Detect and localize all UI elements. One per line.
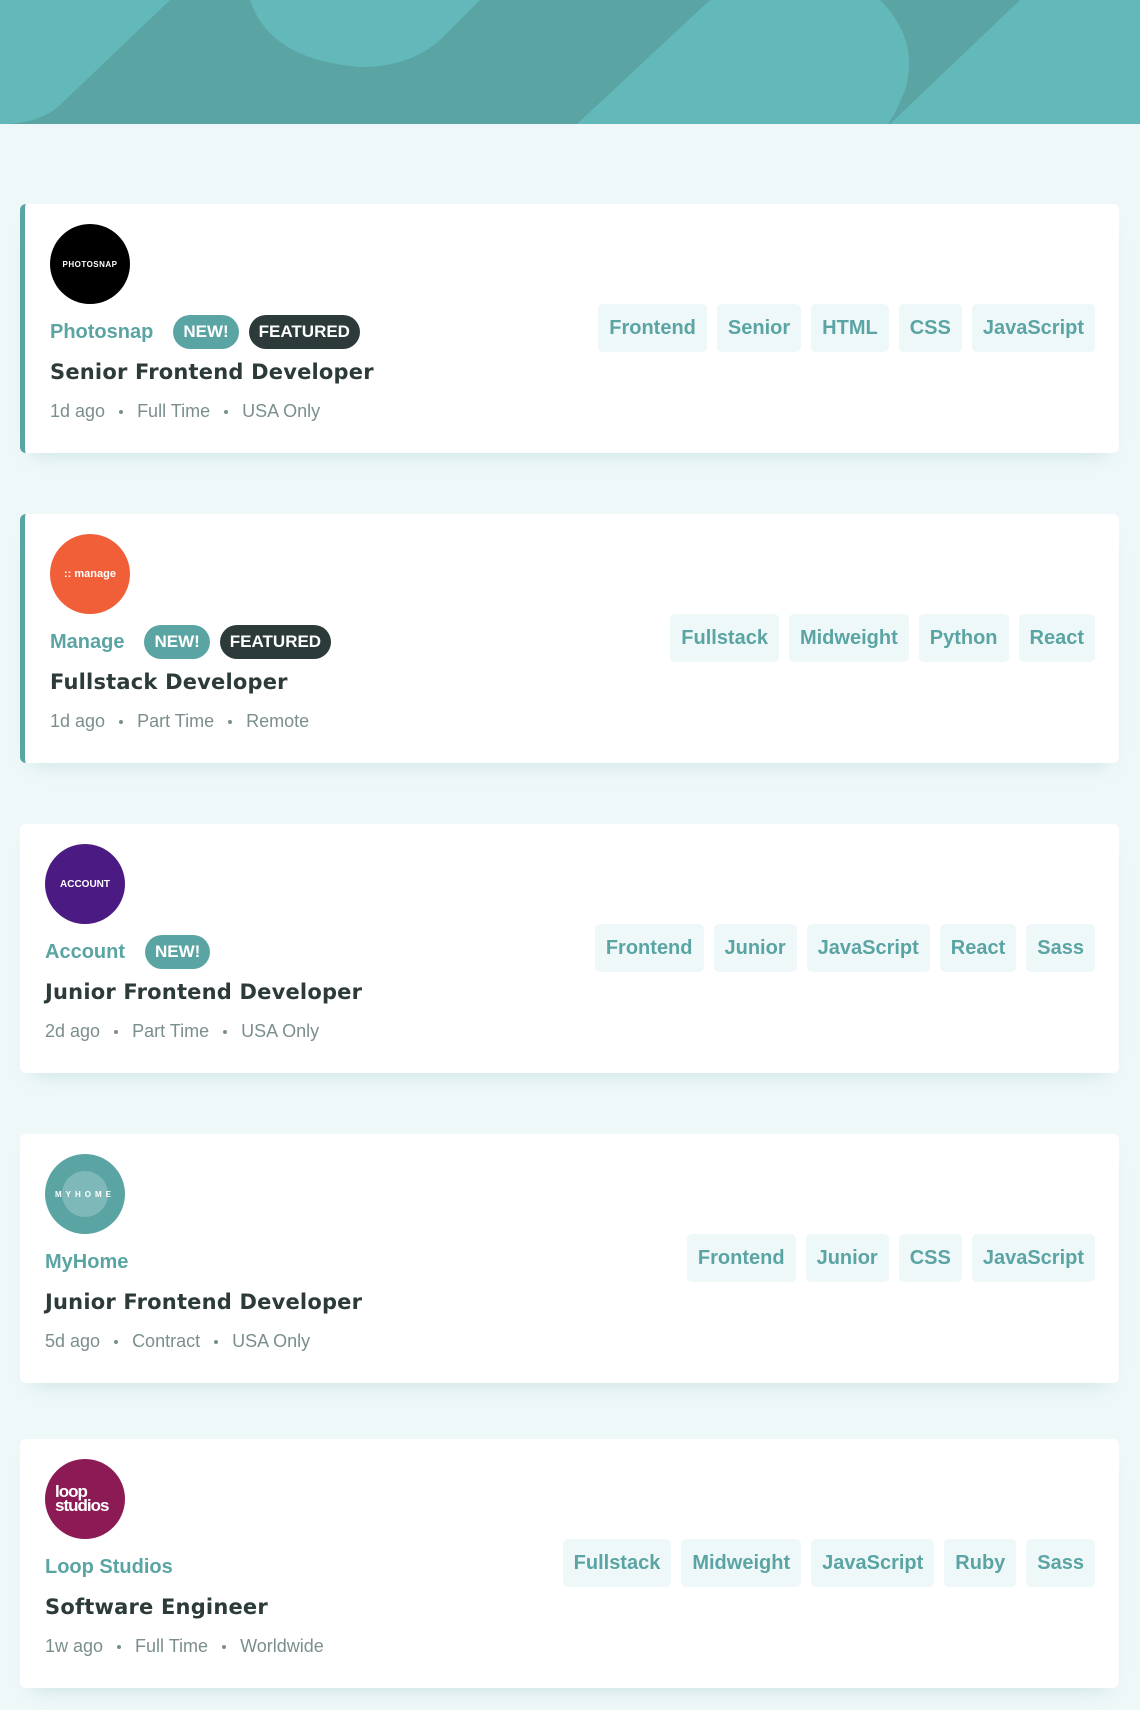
job-card[interactable]: loop studios Loop Studios Software Engin… <box>20 1439 1119 1688</box>
company-logo: loop studios <box>45 1459 125 1539</box>
filter-tag[interactable]: JavaScript <box>806 924 930 972</box>
job-card[interactable]: PHOTOSNAP Photosnap NEW! FEATURED Senior… <box>20 204 1119 453</box>
job-meta: 1d ago Part Time Remote <box>50 711 309 732</box>
filter-tag[interactable]: CSS <box>898 1234 962 1282</box>
job-title[interactable]: Software Engineer <box>45 1595 268 1619</box>
tag-list: Frontend Senior HTML CSS JavaScript <box>588 304 1095 352</box>
tag-list: Fullstack Midweight Python React <box>660 614 1095 662</box>
info-row: Photosnap NEW! FEATURED <box>50 315 370 349</box>
company-name: MyHome <box>45 1250 129 1273</box>
filter-tag[interactable]: React <box>939 924 1017 972</box>
company-name: Photosnap <box>50 320 154 343</box>
featured-badge: FEATURED <box>219 625 332 659</box>
filter-tag[interactable]: Frontend <box>686 1234 796 1282</box>
contract-type: Part Time <box>132 1021 210 1041</box>
location: USA Only <box>241 1021 320 1041</box>
filter-tag[interactable]: Midweight <box>788 614 909 662</box>
separator-dot <box>224 409 229 414</box>
separator-dot <box>228 719 233 724</box>
filter-tag[interactable]: React <box>1018 614 1095 662</box>
featured-badge: FEATURED <box>248 315 360 349</box>
posted-at: 5d ago <box>45 1331 101 1351</box>
posted-at: 1d ago <box>50 401 106 421</box>
job-meta: 5d ago Contract USA Only <box>45 1331 310 1352</box>
tag-list: Frontend Junior JavaScript React Sass <box>585 924 1095 972</box>
filter-tag[interactable]: Sass <box>1026 1539 1095 1587</box>
separator-dot <box>114 1029 119 1034</box>
info-row: Manage NEW! FEATURED <box>50 625 341 659</box>
filter-tag[interactable]: Ruby <box>944 1539 1017 1587</box>
separator-dot <box>119 719 124 724</box>
new-badge: NEW! <box>145 935 211 969</box>
new-badge: NEW! <box>173 315 239 349</box>
job-title[interactable]: Fullstack Developer <box>50 670 288 694</box>
contract-type: Part Time <box>137 711 215 731</box>
company-name: Loop Studios <box>45 1555 173 1578</box>
filter-tag[interactable]: Python <box>918 614 1009 662</box>
contract-type: Full Time <box>135 1636 209 1656</box>
tag-list: Fullstack Midweight JavaScript Ruby Sass <box>553 1539 1095 1587</box>
posted-at: 2d ago <box>45 1021 101 1041</box>
logo-label: MYHOME <box>55 1189 115 1199</box>
job-card[interactable]: ACCOUNT Account NEW! Junior Frontend Dev… <box>20 824 1119 1073</box>
info-row: Account NEW! <box>45 935 220 969</box>
separator-dot <box>117 1644 122 1649</box>
location: USA Only <box>232 1331 311 1351</box>
contract-type: Full Time <box>137 401 211 421</box>
filter-tag[interactable]: Senior <box>716 304 802 352</box>
job-meta: 1d ago Full Time USA Only <box>50 401 320 422</box>
filter-tag[interactable]: Junior <box>805 1234 889 1282</box>
filter-tag[interactable]: HTML <box>811 304 889 352</box>
company-name: Manage <box>50 630 125 653</box>
filter-tag[interactable]: Fullstack <box>562 1539 672 1587</box>
job-card[interactable]: :: manage Manage NEW! FEATURED Fullstack… <box>20 514 1119 763</box>
logo-label: PHOTOSNAP <box>62 259 118 269</box>
location: USA Only <box>242 401 321 421</box>
filter-tag[interactable]: Junior <box>713 924 797 972</box>
filter-tag[interactable]: Fullstack <box>670 614 779 662</box>
job-card[interactable]: MYHOME MyHome Junior Frontend Developer … <box>20 1134 1119 1383</box>
info-row: MyHome <box>45 1247 148 1277</box>
filter-tag[interactable]: JavaScript <box>971 1234 1095 1282</box>
company-logo: :: manage <box>50 534 130 614</box>
job-meta: 1w ago Full Time Worldwide <box>45 1636 324 1657</box>
company-logo: ACCOUNT <box>45 844 125 924</box>
job-title[interactable]: Senior Frontend Developer <box>50 360 374 384</box>
new-badge: NEW! <box>144 625 210 659</box>
logo-label: :: manage <box>64 568 116 580</box>
filter-tag[interactable]: Frontend <box>594 924 704 972</box>
separator-dot <box>114 1339 119 1344</box>
filter-tag[interactable]: JavaScript <box>971 304 1095 352</box>
separator-dot <box>222 1644 227 1649</box>
job-title[interactable]: Junior Frontend Developer <box>45 980 362 1004</box>
logo-label: ACCOUNT <box>60 878 110 890</box>
filter-tag[interactable]: Frontend <box>598 304 707 352</box>
filter-tag[interactable]: Sass <box>1026 924 1095 972</box>
separator-dot <box>119 409 124 414</box>
location: Remote <box>246 711 310 731</box>
job-title[interactable]: Junior Frontend Developer <box>45 1290 362 1314</box>
location: Worldwide <box>240 1636 324 1656</box>
filter-tag[interactable]: JavaScript <box>811 1539 935 1587</box>
company-logo: MYHOME <box>45 1154 125 1234</box>
info-row: Loop Studios <box>45 1552 193 1582</box>
separator-dot <box>223 1029 228 1034</box>
filter-tag[interactable]: CSS <box>898 304 962 352</box>
tag-list: Frontend Junior CSS JavaScript <box>677 1234 1095 1282</box>
header-pattern <box>0 0 1140 124</box>
company-name: Account <box>45 940 125 963</box>
filter-tag[interactable]: Midweight <box>681 1539 802 1587</box>
posted-at: 1d ago <box>50 711 106 731</box>
job-meta: 2d ago Part Time USA Only <box>45 1021 319 1042</box>
company-logo: PHOTOSNAP <box>50 224 130 304</box>
posted-at: 1w ago <box>45 1636 104 1656</box>
contract-type: Contract <box>132 1331 201 1351</box>
separator-dot <box>214 1339 219 1344</box>
logo-label: loop studios <box>55 1482 109 1515</box>
header-banner <box>0 0 1140 124</box>
